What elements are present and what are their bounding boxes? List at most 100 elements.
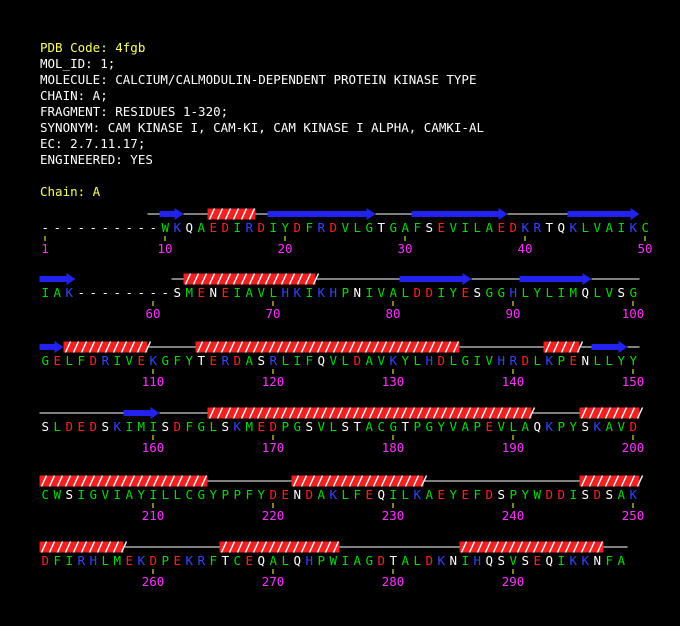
residue-letter: D	[354, 353, 362, 368]
residue-letter: K	[570, 220, 578, 235]
gap-char: -	[42, 220, 50, 235]
residue-letter: S	[42, 419, 50, 434]
residue-letter: L	[210, 419, 218, 434]
residue-letter: D	[294, 220, 302, 235]
strand-arrow	[399, 273, 472, 285]
residue-letter: H	[498, 353, 506, 368]
helix-segment	[459, 541, 604, 553]
residue-letter: K	[114, 419, 122, 434]
residue-letter: D	[630, 419, 638, 434]
residue-letter: S	[618, 285, 626, 300]
residue-letter: V	[318, 419, 326, 434]
helix-segment	[195, 341, 460, 353]
gap-char: -	[162, 285, 170, 300]
residue-letter: W	[54, 487, 62, 502]
residue-letter: S	[306, 419, 314, 434]
residue-letter: E	[438, 220, 446, 235]
gap-char: -	[138, 285, 146, 300]
strand-arrow	[159, 208, 184, 220]
residue-letter: E	[198, 285, 206, 300]
residue-letter: E	[174, 553, 182, 568]
residue-letter: Y	[570, 419, 578, 434]
residue-number: 290	[502, 574, 525, 589]
residue-letter: S	[258, 353, 266, 368]
residue-letter: V	[606, 285, 614, 300]
residue-letter: K	[546, 353, 554, 368]
residue-letter: H	[510, 285, 518, 300]
strand-arrow	[519, 273, 592, 285]
molecule-name: MOLECULE: CALCIUM/CALMODULIN-DEPENDENT P…	[40, 72, 477, 87]
residue-letter: I	[234, 220, 242, 235]
helix-segment	[543, 341, 584, 353]
residue-letter: I	[42, 285, 50, 300]
residue-number: 30	[397, 241, 412, 256]
residue-letter: N	[294, 487, 302, 502]
residue-number: 230	[382, 508, 405, 523]
residue-letter: S	[162, 419, 170, 434]
helix-segment	[291, 475, 428, 487]
residue-letter: K	[630, 487, 638, 502]
strand-arrow	[591, 341, 628, 353]
residue-number: 190	[502, 440, 525, 455]
residue-letter: K	[438, 553, 446, 568]
residue-letter: L	[330, 419, 338, 434]
residue-letter: Y	[618, 353, 626, 368]
residue-letter: P	[474, 419, 482, 434]
residue-letter: A	[606, 220, 614, 235]
residue-letter: E	[258, 419, 266, 434]
residue-letter: A	[618, 553, 626, 568]
residue-letter: I	[570, 487, 578, 502]
residue-number: 110	[142, 374, 165, 389]
residue-letter: I	[114, 353, 122, 368]
residue-letter: D	[378, 553, 386, 568]
residue-letter: L	[510, 419, 518, 434]
residue-letter: M	[114, 553, 122, 568]
residue-letter: Y	[450, 285, 458, 300]
residue-letter: E	[210, 353, 218, 368]
residue-letter: K	[234, 419, 242, 434]
residue-letter: A	[246, 285, 254, 300]
residue-letter: I	[462, 220, 470, 235]
residue-letter: A	[366, 353, 374, 368]
residue-number: 160	[142, 440, 165, 455]
residue-letter: Y	[630, 353, 638, 368]
residue-letter: E	[486, 419, 494, 434]
residue-letter: V	[102, 487, 110, 502]
residue-letter: Y	[138, 487, 146, 502]
residue-letter: A	[198, 220, 206, 235]
mol-id: MOL_ID: 1;	[40, 56, 116, 71]
residue-letter: V	[498, 419, 506, 434]
residue-letter: A	[126, 487, 134, 502]
helix-segment	[219, 541, 340, 553]
residue-letter: S	[474, 285, 482, 300]
residue-letter: L	[102, 553, 110, 568]
residue-number: 260	[142, 574, 165, 589]
residue-letter: S	[66, 487, 74, 502]
residue-letter: V	[126, 353, 134, 368]
residue-letter: Y	[534, 285, 542, 300]
residue-letter: G	[390, 419, 398, 434]
residue-letter: K	[570, 553, 578, 568]
residue-letter: A	[462, 419, 470, 434]
residue-letter: P	[342, 285, 350, 300]
residue-letter: L	[414, 553, 422, 568]
residue-letter: E	[210, 220, 218, 235]
residue-letter: L	[534, 353, 542, 368]
helix-segment	[579, 475, 644, 487]
residue-number: 100	[622, 306, 645, 321]
residue-number: 250	[622, 508, 645, 523]
residue-number: 210	[142, 508, 165, 523]
residue-letter: L	[414, 353, 422, 368]
sequence-block: DFIRHLMEKDPEKRFTCEQALQHPWIAGDTALDKNIHQSV…	[39, 541, 628, 589]
residue-letter: P	[282, 419, 290, 434]
residue-number: 200	[622, 440, 645, 455]
residue-letter: L	[354, 220, 362, 235]
residue-letter: D	[66, 419, 74, 434]
chain-line: CHAIN: A;	[40, 88, 108, 103]
helix-segment	[579, 407, 644, 419]
chain-label: Chain: A	[40, 184, 101, 199]
strand-arrow	[39, 341, 64, 353]
helix-segment	[207, 208, 256, 220]
residue-letter: S	[606, 487, 614, 502]
residue-letter: L	[282, 353, 290, 368]
